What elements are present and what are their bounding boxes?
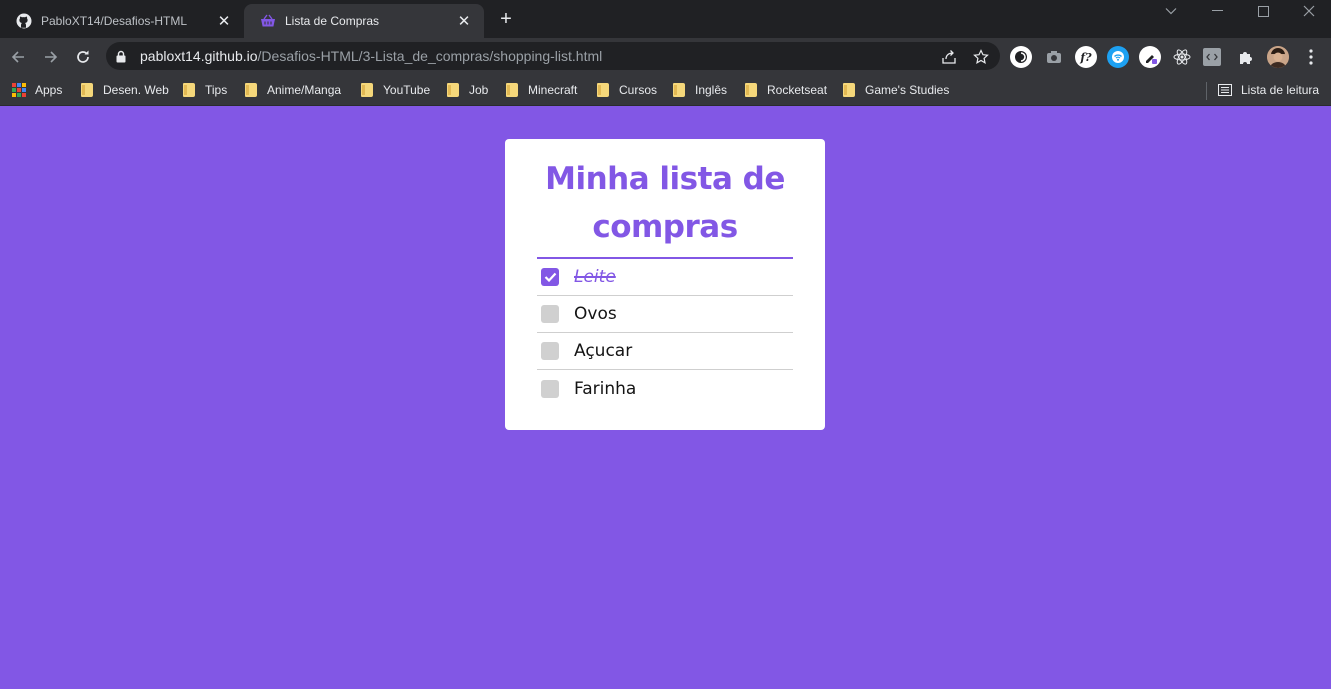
extensions-puzzle-icon[interactable]: [1235, 46, 1257, 68]
bookmark-folder[interactable]: Anime/Manga: [245, 81, 341, 99]
bookmark-folder[interactable]: Tips: [183, 81, 227, 99]
bookmark-label: Inglês: [695, 83, 728, 97]
browser-toolbar: pabloxt14.github.io/Desafios-HTML/3-List…: [0, 38, 1331, 75]
list-item[interactable]: Farinha: [537, 370, 793, 407]
bookmark-label: Desen. Web: [103, 83, 169, 97]
bookmark-folder[interactable]: Cursos: [597, 81, 657, 99]
extension-colorpicker-icon[interactable]: [1139, 46, 1161, 68]
folder-icon: [843, 83, 855, 97]
extension-fonts-icon[interactable]: f?: [1075, 46, 1097, 68]
minimize-icon[interactable]: [1194, 0, 1240, 22]
checkbox-checked[interactable]: [541, 268, 559, 286]
folder-icon: [361, 83, 373, 97]
apps-grid-icon: [12, 83, 26, 97]
checkbox-unchecked[interactable]: [541, 305, 559, 323]
shopping-list: Leite Ovos Açucar Farinha: [537, 259, 793, 407]
address-bar[interactable]: pabloxt14.github.io/Desafios-HTML/3-List…: [106, 42, 1000, 70]
reading-list-icon: [1218, 84, 1232, 96]
window-close-icon[interactable]: [1286, 0, 1331, 22]
github-icon: [16, 13, 32, 29]
bookmark-folder[interactable]: Game's Studies: [843, 81, 949, 99]
checkmark-icon: [544, 272, 556, 282]
reading-list-button[interactable]: Lista de leitura: [1218, 81, 1319, 99]
reading-list-label: Lista de leitura: [1241, 83, 1320, 97]
shopping-list-card: Minha lista de compras Leite Ovos Açucar…: [505, 139, 825, 430]
lock-icon: [116, 49, 130, 63]
maximize-icon[interactable]: [1240, 0, 1286, 22]
page-title: Minha lista de compras: [537, 155, 793, 259]
folder-icon: [745, 83, 757, 97]
checkbox-unchecked[interactable]: [541, 379, 559, 398]
basket-icon: [260, 13, 276, 29]
bookmark-folder[interactable]: Minecraft: [506, 81, 577, 99]
folder-icon: [597, 83, 609, 97]
url-path: /Desafios-HTML/3-Lista_de_compras/shoppi…: [257, 48, 603, 64]
tab-search-icon[interactable]: [1148, 0, 1194, 22]
bookmark-label: Minecraft: [528, 83, 578, 97]
item-label: Leite: [574, 267, 616, 287]
star-icon[interactable]: [972, 48, 990, 66]
folder-icon: [245, 83, 257, 97]
list-item[interactable]: Açucar: [537, 333, 793, 370]
tab-github[interactable]: PabloXT14/Desafios-HTML ✕: [0, 4, 244, 38]
url-host: pabloxt14.github.io: [140, 48, 258, 64]
folder-icon: [81, 83, 93, 97]
extension-code-icon[interactable]: [1203, 48, 1221, 66]
bookmark-label: Anime/Manga: [267, 83, 342, 97]
folder-icon: [447, 83, 459, 97]
tab-lista-de-compras[interactable]: Lista de Compras ✕: [244, 4, 484, 38]
folder-icon: [506, 83, 518, 97]
browser-titlebar: PabloXT14/Desafios-HTML ✕ Lista de Compr…: [0, 0, 1331, 38]
item-label: Açucar: [574, 341, 633, 361]
bookmarks-bar: Apps Desen. Web Tips Anime/Manga YouTube…: [0, 75, 1331, 106]
item-label: Farinha: [574, 378, 637, 399]
bookmark-label: Tips: [205, 83, 228, 97]
reload-icon[interactable]: [71, 45, 95, 69]
bookmark-apps[interactable]: Apps: [12, 81, 62, 99]
checkbox-unchecked[interactable]: [541, 342, 559, 360]
extension-react-icon[interactable]: [1171, 46, 1193, 68]
item-label: Ovos: [574, 304, 617, 324]
close-icon[interactable]: ✕: [216, 13, 232, 30]
bookmark-label: Job: [469, 83, 489, 97]
bookmark-folder[interactable]: Desen. Web: [81, 81, 169, 99]
profile-avatar[interactable]: [1267, 46, 1289, 68]
bookmark-folder[interactable]: Job: [447, 81, 488, 99]
tab-title: PabloXT14/Desafios-HTML: [41, 14, 188, 28]
folder-icon: [673, 83, 685, 97]
tab-title: Lista de Compras: [285, 14, 380, 28]
bookmark-label: YouTube: [383, 83, 431, 97]
close-icon[interactable]: ✕: [456, 13, 472, 30]
folder-icon: [183, 83, 195, 97]
list-item[interactable]: Ovos: [537, 296, 793, 333]
bookmark-folder[interactable]: YouTube: [361, 81, 430, 99]
forward-icon[interactable]: [39, 45, 63, 69]
back-icon[interactable]: [6, 45, 30, 69]
new-tab-button[interactable]: +: [496, 9, 516, 29]
bookmark-label: Game's Studies: [865, 83, 950, 97]
bookmark-label: Rocketseat: [767, 83, 828, 97]
bookmarks-divider: [1206, 82, 1207, 100]
bookmark-label: Apps: [35, 83, 63, 97]
bookmark-folder[interactable]: Inglês: [673, 81, 727, 99]
extension-dark-reader-icon[interactable]: [1010, 46, 1032, 68]
share-icon[interactable]: [940, 48, 958, 66]
extension-camera-icon[interactable]: [1043, 46, 1065, 68]
list-item[interactable]: Leite: [537, 259, 793, 296]
bookmark-label: Cursos: [619, 83, 658, 97]
extension-wifi-icon[interactable]: [1107, 46, 1129, 68]
bookmark-folder[interactable]: Rocketseat: [745, 81, 827, 99]
menu-kebab-icon[interactable]: [1300, 46, 1322, 68]
